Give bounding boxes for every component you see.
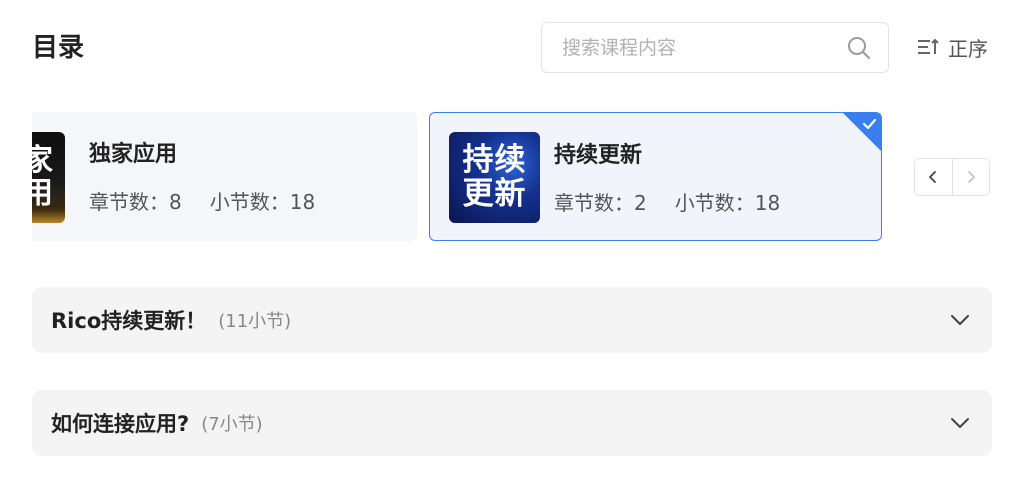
search-box[interactable] — [541, 22, 889, 73]
cover-text-line: 持续 — [462, 142, 527, 179]
section-lesson-count: (7小节) — [201, 414, 263, 435]
section-lesson-count: (11小节) — [218, 311, 292, 332]
sort-order-button[interactable]: 正序 — [916, 32, 988, 62]
cover-text-line: 更新 — [462, 175, 527, 212]
chapter-meta: 章节数：8 小节数：18 — [89, 188, 315, 216]
page-title: 目录 — [32, 33, 85, 63]
chapter-name: 持续更新 — [554, 143, 643, 168]
chapter-count: 章节数：8 — [89, 190, 182, 214]
chapter-count: 章节数：2 — [554, 191, 647, 215]
section-count: 小节数：18 — [674, 191, 781, 215]
search-input[interactable] — [542, 23, 846, 72]
search-icon[interactable] — [846, 35, 872, 61]
carousel-prev-button[interactable] — [915, 159, 952, 195]
chevron-left-icon — [929, 171, 937, 183]
check-icon — [843, 113, 881, 151]
catalog-panel: 目录 正序 家 用 独家应用 章节数：8 小节数：18 — [0, 0, 1024, 486]
sort-ascending-icon — [918, 38, 939, 54]
chevron-down-icon[interactable] — [948, 309, 972, 331]
carousel-next-button[interactable] — [951, 159, 989, 195]
chapter-meta: 章节数：2 小节数：18 — [554, 189, 780, 217]
chevron-down-icon[interactable] — [948, 412, 972, 434]
cover-text-line: 用 — [32, 175, 53, 211]
chapter-card[interactable]: 家 用 独家应用 章节数：8 小节数：18 — [32, 112, 417, 241]
chapter-card-selected[interactable]: 持续 更新 持续更新 章节数：2 小节数：18 — [429, 112, 882, 241]
carousel-nav — [914, 158, 990, 196]
section-count: 小节数：18 — [209, 190, 316, 214]
chapter-cover: 家 用 — [32, 132, 65, 223]
chapter-carousel: 家 用 独家应用 章节数：8 小节数：18 持续 更新 持续更新 章节数：2 小… — [32, 112, 892, 242]
chapter-cover: 持续 更新 — [449, 132, 540, 223]
chevron-right-icon — [968, 171, 975, 183]
section-title: Rico持续更新！ — [51, 309, 207, 333]
cover-text-line: 家 — [32, 143, 53, 179]
section-header[interactable]: 如何连接应用? (7小节) — [32, 390, 992, 456]
chapter-name: 独家应用 — [89, 142, 178, 167]
sort-label: 正序 — [948, 36, 988, 61]
section-header[interactable]: Rico持续更新！ (11小节) — [32, 287, 992, 353]
section-title: 如何连接应用? — [51, 412, 190, 436]
